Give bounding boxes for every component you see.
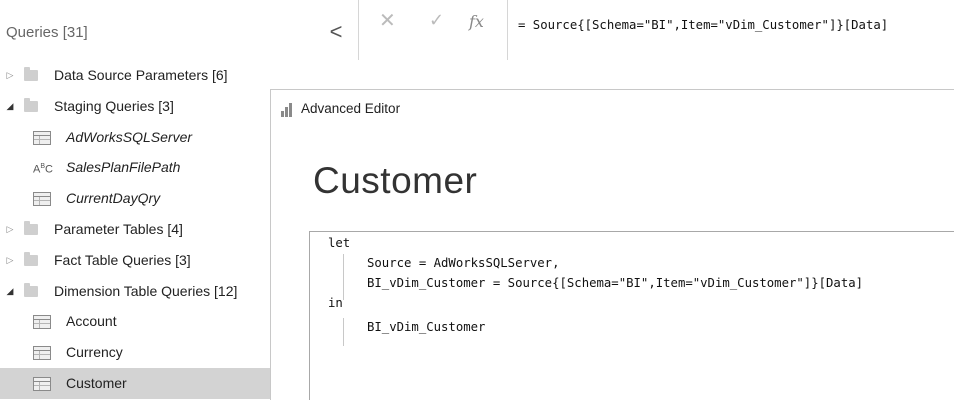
expand-caret-icon[interactable]: ▷ — [5, 245, 15, 276]
table-icon — [33, 315, 51, 330]
group-label: Data Source Parameters [6] — [54, 67, 228, 83]
group-data-source-parameters[interactable]: ▷ Data Source Parameters [6] — [0, 60, 354, 91]
formula-input[interactable]: = Source{[Schema="BI",Item="vDim_Custome… — [518, 18, 888, 32]
code-line: in — [328, 296, 343, 310]
queries-header: Queries [31] < — [0, 0, 354, 60]
table-icon — [33, 346, 51, 361]
query-label: Customer — [66, 374, 127, 391]
code-editor[interactable]: let Source = AdWorksSQLServer, BI_vDim_C… — [309, 231, 954, 400]
formula-controls: ✕ ✓ fx — [358, 0, 508, 60]
group-label: Dimension Table Queries [12] — [54, 282, 238, 299]
query-label: AdWorksSQLServer — [66, 128, 193, 145]
fx-icon[interactable]: fx — [469, 12, 484, 31]
power-query-icon — [281, 103, 295, 117]
table-icon — [33, 130, 51, 145]
collapse-caret-icon[interactable]: ◢ — [5, 91, 15, 122]
queries-title: Queries [31] — [6, 24, 88, 41]
folder-icon — [24, 282, 38, 297]
folder-icon — [24, 251, 38, 266]
formula-bar: ✕ ✓ fx = Source{[Schema="BI",Item="vDim_… — [354, 0, 954, 60]
group-label: Fact Table Queries [3] — [54, 251, 191, 268]
code-line: Source = AdWorksSQLServer, — [367, 256, 560, 270]
cancel-icon[interactable]: ✕ — [379, 8, 396, 33]
editor-query-name: Customer — [313, 160, 478, 201]
table-icon — [33, 192, 51, 207]
folder-icon — [24, 97, 38, 112]
group-label: Staging Queries [3] — [54, 97, 174, 114]
query-label: Account — [66, 313, 117, 330]
editor-window-title: Advanced Editor — [301, 101, 401, 116]
indent-guide — [343, 318, 344, 346]
collapse-queries-button[interactable]: < — [325, 18, 347, 46]
folder-icon — [24, 67, 38, 81]
text-type-icon: ABC — [33, 163, 53, 177]
expand-caret-icon[interactable]: ▷ — [5, 60, 15, 91]
indent-guide — [343, 254, 344, 300]
code-line: let — [328, 236, 351, 250]
code-line: BI_vDim_Customer — [367, 320, 486, 334]
expand-caret-icon[interactable]: ▷ — [5, 214, 15, 245]
collapse-caret-icon[interactable]: ◢ — [5, 276, 15, 307]
query-label: Currency — [66, 344, 123, 361]
query-label: CurrentDayQry — [66, 190, 161, 207]
query-label: SalesPlanFilePath — [66, 159, 181, 176]
folder-icon — [24, 220, 38, 235]
advanced-editor-window: Advanced Editor Customer let Source = Ad… — [270, 89, 954, 400]
commit-icon[interactable]: ✓ — [429, 10, 444, 31]
editor-titlebar[interactable]: Advanced Editor — [271, 90, 954, 128]
table-icon — [33, 376, 51, 391]
code-line: BI_vDim_Customer = Source{[Schema="BI",I… — [367, 276, 864, 290]
group-label: Parameter Tables [4] — [54, 220, 183, 237]
